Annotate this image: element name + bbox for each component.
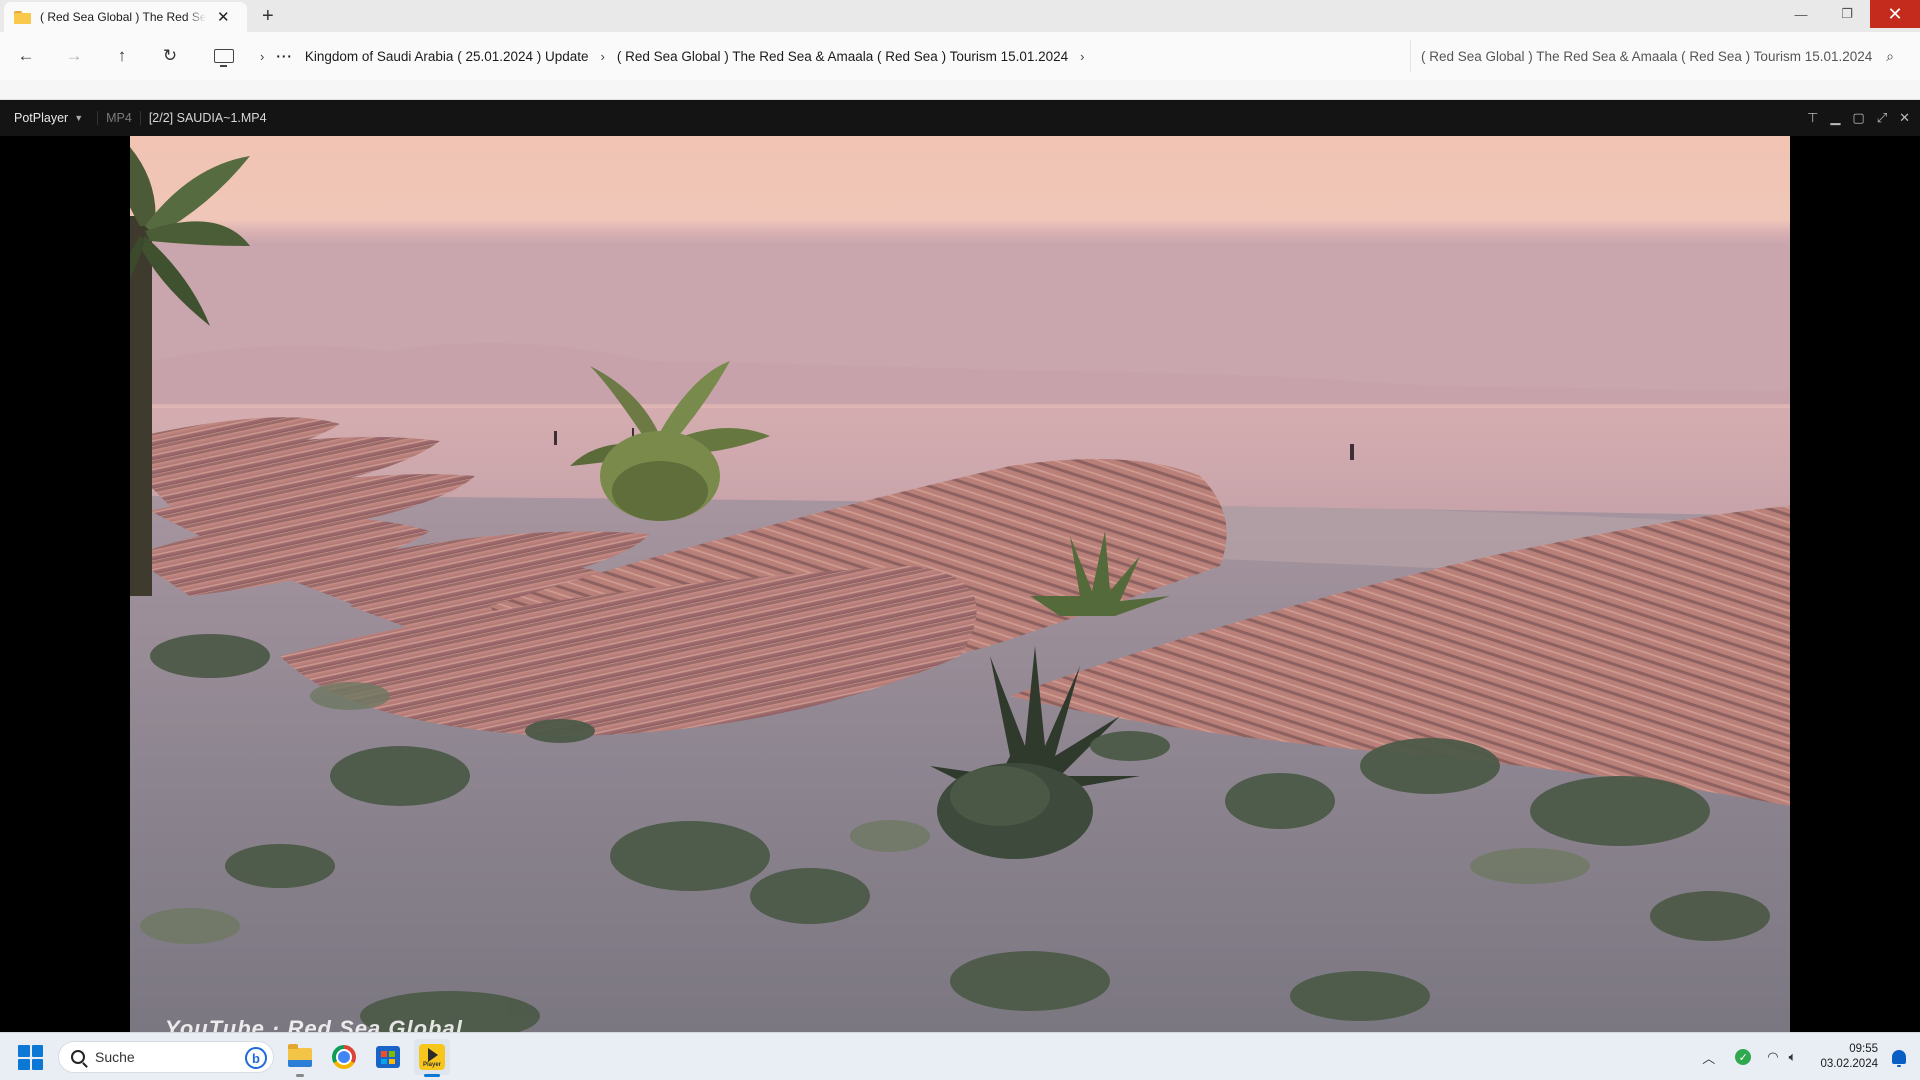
refresh-button[interactable]: ↻ (146, 32, 194, 80)
clock-time: 09:55 (1849, 1043, 1878, 1055)
wifi-icon[interactable]: ◠ (1767, 1049, 1778, 1065)
file-format-label: MP4 (97, 111, 140, 125)
microsoft-store-icon[interactable] (370, 1039, 406, 1075)
close-window-button[interactable]: ✕ (1870, 0, 1920, 28)
breadcrumb-chevron-icon[interactable]: › (260, 49, 264, 64)
potplayer-window: PotPlayer ▼ MP4 [2/2] SAUDIA~1.MP4 ⊤ ▁ ▢… (0, 100, 1920, 1032)
back-button[interactable]: ← (2, 32, 50, 80)
player-minimize-icon[interactable]: ▁ (1830, 110, 1840, 126)
up-button[interactable]: ↑ (98, 32, 146, 80)
explorer-tab-bar: ( Red Sea Global ) The Red Sea & Amaala … (0, 0, 1920, 32)
player-title-bar: PotPlayer ▼ MP4 [2/2] SAUDIA~1.MP4 ⊤ ▁ ▢… (0, 100, 1920, 136)
player-window-controls: ⊤ ▁ ▢ ⤢ ✕ (1807, 100, 1910, 136)
volume-icon[interactable]: 🔈︎ (1789, 1049, 1797, 1065)
clock-date: 03.02.2024 (1820, 1058, 1878, 1070)
this-pc-icon[interactable] (214, 49, 234, 67)
search-icon[interactable]: ⌕ (1886, 48, 1894, 65)
breadcrumb[interactable]: › ··· Kingdom of Saudi Arabia ( 25.01.20… (202, 40, 1402, 72)
breadcrumb-overflow-button[interactable]: ··· (276, 49, 293, 64)
chevron-down-icon: ▼ (74, 113, 84, 123)
explorer-tab[interactable]: ( Red Sea Global ) The Red Sea & Amaala … (4, 2, 247, 32)
taskbar-search-box[interactable]: Suche b (58, 1041, 274, 1073)
windows-start-icon[interactable] (18, 1045, 43, 1070)
forward-button[interactable]: → (50, 32, 98, 80)
command-bar-strip (0, 80, 1920, 100)
player-maximize-icon[interactable]: ▢ (1852, 110, 1864, 126)
video-caption: YouTube · Red Sea Global (165, 1016, 463, 1032)
notification-bell-icon[interactable] (1892, 1050, 1906, 1067)
taskbar-search-placeholder: Suche (95, 1049, 135, 1065)
minimize-button[interactable]: — (1778, 0, 1824, 28)
search-icon (71, 1050, 85, 1064)
security-shield-icon[interactable]: ✓ (1735, 1049, 1752, 1065)
player-close-icon[interactable]: ✕ (1899, 110, 1910, 126)
clock[interactable]: 09:55 03.02.2024 (1820, 1042, 1878, 1072)
file-explorer-icon[interactable] (282, 1039, 318, 1077)
file-name-label: [2/2] SAUDIA~1.MP4 (139, 111, 275, 125)
search-field-value: ( Red Sea Global ) The Red Sea & Amaala … (1421, 48, 1873, 64)
breadcrumb-item[interactable]: Kingdom of Saudi Arabia ( 25.01.2024 ) U… (305, 49, 589, 64)
bing-icon[interactable]: b (245, 1047, 267, 1069)
tab-title: ( Red Sea Global ) The Red Sea & Amaala … (40, 10, 206, 24)
restore-button[interactable]: ❐ (1824, 0, 1870, 28)
folder-icon (14, 10, 31, 24)
explorer-nav-bar: ← → ↑ ↻ › ··· Kingdom of Saudi Arabia ( … (0, 32, 1920, 80)
video-frame[interactable]: YouTube · Red Sea Global (130, 136, 1790, 1032)
player-fullscreen-icon[interactable]: ⤢ (1877, 110, 1887, 126)
system-tray: ︿ ✓ ◠ 🔈︎ 09:55 03.02.2024 (1702, 1033, 1920, 1080)
player-menu-button[interactable]: PotPlayer ▼ (0, 111, 97, 125)
chrome-icon[interactable] (326, 1039, 362, 1075)
breadcrumb-chevron-icon[interactable]: › (601, 49, 605, 64)
player-brand: PotPlayer (14, 111, 69, 125)
tab-close-icon[interactable]: ✕ (217, 10, 230, 25)
video-scene (130, 136, 1790, 1032)
search-field[interactable]: ( Red Sea Global ) The Red Sea & Amaala … (1410, 40, 1910, 72)
new-tab-button[interactable]: + (262, 5, 274, 27)
breadcrumb-item[interactable]: ( Red Sea Global ) The Red Sea & Amaala … (617, 49, 1068, 64)
potplayer-icon[interactable]: Player (414, 1039, 450, 1077)
chevron-up-icon[interactable]: ︿ (1702, 1048, 1715, 1067)
pin-icon[interactable]: ⊤ (1807, 110, 1818, 126)
window-controls: — ❐ ✕ (1778, 0, 1920, 28)
breadcrumb-chevron-icon[interactable]: › (1080, 49, 1084, 64)
taskbar: Suche b Player ︿ ✓ ◠ 🔈︎ 09:55 03.02.2024 (0, 1032, 1920, 1080)
